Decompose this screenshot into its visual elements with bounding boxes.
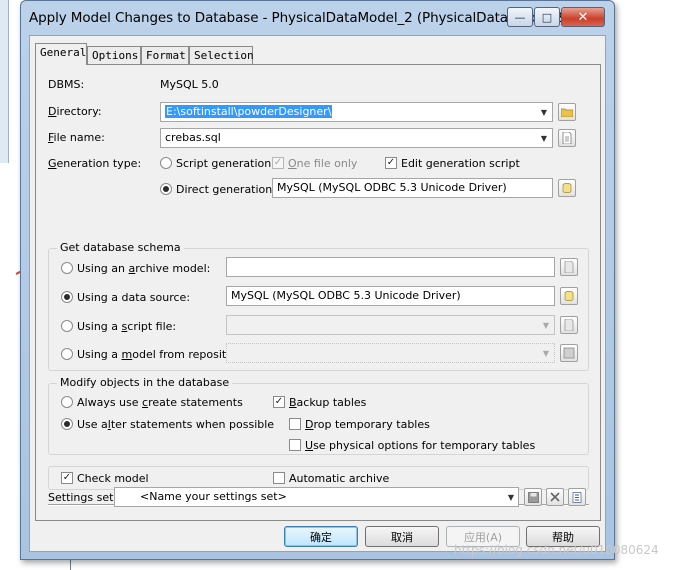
settings-set-label: Settings set: — [48, 491, 118, 504]
ok-button[interactable]: 确定 — [284, 526, 358, 547]
file-icon — [562, 132, 572, 144]
folder-icon — [561, 108, 573, 117]
file-icon — [564, 261, 574, 273]
physical-options-label: Use physical options for temporary table… — [305, 439, 536, 452]
check-model-label: Check model — [77, 472, 149, 485]
data-source-radio[interactable] — [61, 291, 73, 303]
cancel-button[interactable]: 取消 — [365, 526, 439, 547]
browse-repository-button[interactable] — [560, 344, 578, 362]
get-schema-title: Get database schema — [57, 241, 184, 254]
general-tab-page: DBMS: MySQL 5.0 Directory: E:\softinstal… — [35, 64, 601, 521]
tab-format[interactable]: Format — [141, 46, 189, 64]
edit-script-label: Edit generation script — [401, 157, 520, 170]
modify-objects-title: Modify objects in the database — [57, 376, 233, 389]
tab-selection[interactable]: Selection — [189, 46, 254, 64]
filename-label: File name: — [48, 131, 105, 144]
tab-general[interactable]: General — [35, 43, 87, 65]
browse-directory-button[interactable] — [558, 103, 576, 121]
data-source-value: MySQL (MySQL ODBC 5.3 Unicode Driver) — [231, 289, 461, 302]
close-button[interactable]: ✕ — [561, 7, 605, 27]
directory-value: E:\softinstall\powderDesigner\ — [165, 105, 333, 118]
automatic-archive-label: Automatic archive — [289, 472, 390, 485]
direct-generation-value: MySQL (MySQL ODBC 5.3 Unicode Driver) — [277, 181, 507, 194]
select-schema-datasource-button[interactable] — [560, 287, 578, 305]
properties-icon — [572, 491, 581, 503]
edit-script-checkbox[interactable]: ✓ — [385, 157, 397, 169]
directory-dropdown-arrow[interactable]: ▼ — [536, 103, 552, 121]
database-icon — [564, 291, 574, 301]
file-icon — [564, 319, 574, 331]
script-generation-label: Script generation — [176, 157, 272, 170]
delete-settings-button[interactable] — [546, 488, 564, 506]
settings-set-value: <Name your settings set> — [140, 490, 287, 503]
drop-temp-tables-checkbox[interactable] — [289, 418, 301, 430]
settings-set-dropdown-arrow[interactable]: ▼ — [503, 488, 519, 506]
repository-dropdown-arrow[interactable]: ▼ — [538, 344, 554, 362]
browse-script-button[interactable] — [560, 316, 578, 334]
automatic-archive-checkbox[interactable] — [273, 472, 285, 484]
dbms-label: DBMS: — [48, 78, 85, 91]
maximize-button[interactable]: □ — [534, 7, 560, 27]
save-settings-button[interactable] — [524, 488, 542, 506]
data-source-label: Using a data source: — [77, 291, 191, 304]
repository-model-combo[interactable] — [226, 343, 555, 363]
repository-model-label: Using a model from repository: — [77, 348, 247, 361]
filename-combo[interactable]: crebas.sql — [160, 128, 553, 148]
watermark-text: https://blog.csdn.net/u010080624 — [454, 543, 659, 557]
script-generation-radio[interactable] — [160, 157, 172, 169]
archive-model-label: Using an archive model: — [77, 262, 211, 275]
background-window-strip — [0, 0, 9, 163]
settings-set-combo[interactable]: <Name your settings set> — [114, 487, 519, 507]
select-datasource-button[interactable] — [558, 179, 576, 197]
always-create-radio[interactable] — [61, 396, 73, 408]
archive-model-field[interactable] — [226, 257, 555, 277]
backup-tables-label: Backup tables — [289, 396, 367, 409]
use-alter-radio[interactable] — [61, 418, 73, 430]
physical-options-checkbox[interactable] — [289, 439, 301, 451]
filename-value: crebas.sql — [165, 131, 221, 144]
tab-options[interactable]: Options — [87, 46, 141, 64]
direct-generation-radio[interactable] — [160, 183, 172, 195]
dialog-client-area: General Options Format Selection DBMS: M… — [29, 35, 606, 552]
drop-temp-tables-label: Drop temporary tables — [305, 418, 430, 431]
apply-model-changes-dialog: Apply Model Changes to Database - Physic… — [20, 0, 615, 560]
generation-type-label: Generation type: — [48, 157, 142, 170]
one-file-only-label: One file only — [288, 157, 358, 170]
browse-file-button[interactable] — [558, 129, 576, 147]
use-alter-label: Use alter statements when possible — [77, 418, 275, 431]
minimize-button[interactable]: — — [507, 7, 533, 27]
backup-tables-checkbox[interactable]: ✓ — [273, 396, 285, 408]
script-file-label: Using a script file: — [77, 320, 177, 333]
one-file-only-checkbox[interactable]: ✓ — [272, 157, 284, 169]
browse-archive-button[interactable] — [560, 258, 578, 276]
script-file-dropdown-arrow[interactable]: ▼ — [538, 316, 554, 334]
repository-model-radio[interactable] — [61, 348, 73, 360]
database-icon — [562, 183, 572, 193]
repository-icon — [563, 347, 575, 359]
direct-generation-label: Direct generation: — [176, 183, 276, 196]
directory-label: Directory: — [48, 105, 102, 118]
delete-icon — [550, 492, 560, 502]
settings-properties-button[interactable] — [568, 488, 586, 506]
dbms-value: MySQL 5.0 — [160, 78, 219, 91]
script-file-radio[interactable] — [61, 320, 73, 332]
direct-generation-field[interactable]: MySQL (MySQL ODBC 5.3 Unicode Driver) — [272, 178, 553, 198]
check-model-checkbox[interactable]: ✓ — [61, 472, 73, 484]
filename-dropdown-arrow[interactable]: ▼ — [536, 129, 552, 147]
directory-combo[interactable]: E:\softinstall\powderDesigner\ — [160, 102, 553, 122]
archive-model-radio[interactable] — [61, 262, 73, 274]
save-icon — [527, 491, 539, 503]
data-source-field[interactable]: MySQL (MySQL ODBC 5.3 Unicode Driver) — [226, 286, 555, 306]
always-create-label: Always use create statements — [77, 396, 243, 409]
window-title: Apply Model Changes to Database - Physic… — [29, 10, 569, 26]
script-file-combo[interactable] — [226, 315, 555, 335]
